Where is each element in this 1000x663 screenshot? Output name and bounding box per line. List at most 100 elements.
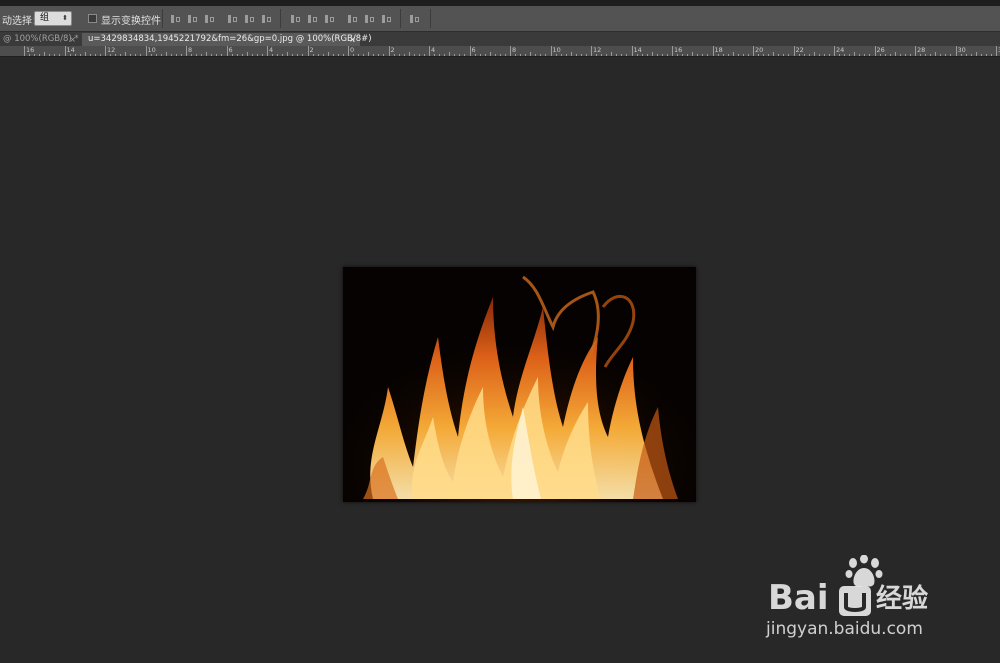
align-left-icon[interactable] (227, 14, 238, 24)
ruler-minor-tick (342, 54, 344, 56)
ruler-major-tick (712, 46, 714, 56)
baidu-du-icon (839, 586, 871, 616)
ruler-minor-tick (302, 54, 304, 56)
distribute-left-icon[interactable] (347, 14, 358, 24)
ruler-label: 8 (512, 46, 517, 54)
ruler-minor-tick (879, 54, 881, 56)
ruler-minor-tick (560, 54, 562, 56)
ruler-minor-tick (358, 54, 360, 56)
ruler-minor-tick (818, 54, 820, 56)
ruler-minor-tick (206, 52, 208, 56)
tab-label: @ 100%(RGB/8) * (3, 34, 79, 44)
distribute-vertical-center-icon[interactable] (307, 14, 318, 24)
show-transform-checkbox[interactable] (88, 14, 97, 23)
ruler-major-tick (145, 46, 147, 56)
watermark-url: jingyan.baidu.com (766, 619, 923, 639)
ruler-major-tick (348, 46, 349, 56)
ruler-minor-tick (165, 52, 167, 56)
ruler-minor-tick (373, 54, 375, 56)
ruler-major-tick (753, 46, 754, 56)
ruler-minor-tick (135, 54, 137, 56)
ruler-minor-tick (606, 54, 608, 56)
ruler-minor-tick (322, 54, 324, 56)
ruler-major-tick (915, 46, 916, 56)
ruler-minor-tick (363, 54, 365, 56)
ruler-minor-tick (849, 54, 851, 56)
ruler-minor-tick (368, 52, 370, 56)
align-bottom-icon[interactable] (204, 14, 215, 24)
distribute-top-icon[interactable] (290, 14, 301, 24)
ruler-minor-tick (413, 54, 415, 56)
baidu-jingyan-watermark: Bai 经验 jingyan.baidu.com (764, 555, 964, 645)
ruler-minor-tick (742, 54, 744, 56)
show-transform-label: 显示变换控件 (101, 16, 161, 27)
ruler-minor-tick (251, 54, 253, 56)
options-bar: 动选择： 组 ⬍ 显示变换控件 (0, 6, 1000, 32)
ruler-minor-tick (231, 54, 233, 56)
distribute-horizontal-center-icon[interactable] (364, 14, 375, 24)
align-right-icon[interactable] (261, 14, 272, 24)
document-tab-bar: @ 100%(RGB/8) * × u=3429834834,194522179… (0, 32, 1000, 46)
ruler-minor-tick (504, 54, 506, 56)
ruler-minor-tick (773, 52, 775, 56)
ruler-minor-tick (140, 54, 142, 56)
ruler-label: 12 (593, 46, 602, 54)
ruler-major-tick (996, 46, 997, 56)
ruler-minor-tick (150, 54, 152, 56)
auto-select-dropdown[interactable]: 组 ⬍ (34, 11, 72, 26)
ruler-minor-tick (94, 54, 96, 56)
ruler-label: 18 (714, 46, 723, 54)
ruler-minor-tick (859, 54, 861, 56)
ruler-major-tick (307, 46, 309, 56)
ruler-minor-tick (515, 54, 517, 56)
ruler-label: 6 (471, 46, 476, 54)
separator (280, 9, 281, 28)
ruler-label: 2 (309, 46, 314, 54)
ruler-minor-tick (899, 54, 901, 56)
ruler-label: 10 (147, 46, 156, 54)
ruler-minor-tick (707, 54, 709, 56)
ruler-major-tick (64, 46, 66, 56)
document-image-fire[interactable] (343, 267, 696, 502)
distribute-right-icon[interactable] (381, 14, 392, 24)
tab-document-2[interactable]: u=3429834834,1945221792&fm=26&gp=0.jpg @… (82, 33, 372, 46)
ruler-minor-tick (79, 54, 81, 56)
ruler-minor-tick (975, 52, 977, 56)
ruler-minor-tick (823, 54, 825, 56)
ruler-minor-tick (34, 54, 36, 56)
ruler-minor-tick (935, 52, 937, 56)
close-icon[interactable]: × (69, 33, 76, 46)
ruler-major-tick (24, 46, 25, 56)
ruler-minor-tick (611, 52, 613, 56)
ruler-minor-tick (839, 54, 841, 56)
ruler-minor-tick (216, 54, 218, 56)
ruler-minor-tick (656, 54, 658, 56)
watermark-brand: Bai (768, 578, 829, 618)
auto-align-layers-icon[interactable] (409, 14, 420, 24)
ruler-minor-tick (651, 52, 653, 56)
ruler-minor-tick (808, 54, 810, 56)
chevron-updown-icon: ⬍ (62, 14, 68, 22)
align-top-icon[interactable] (170, 14, 181, 24)
ruler-minor-tick (403, 54, 405, 56)
ruler-minor-tick (555, 54, 557, 56)
close-icon[interactable]: × (349, 33, 356, 46)
align-horizontal-center-icon[interactable] (244, 14, 255, 24)
ruler-minor-tick (904, 54, 906, 56)
horizontal-ruler[interactable]: 1614121086420246810121416182022242628303… (0, 46, 1000, 57)
tab-document-1[interactable]: @ 100%(RGB/8) * × (0, 33, 80, 46)
ruler-minor-tick (261, 54, 263, 56)
separator (162, 9, 163, 28)
ruler-label: 2 (390, 46, 395, 54)
ruler-label: 28 (917, 46, 926, 54)
ruler-major-tick (793, 46, 795, 56)
ruler-major-tick (631, 46, 633, 56)
ruler-minor-tick (287, 52, 289, 56)
ruler-minor-tick (545, 54, 547, 56)
align-vertical-center-icon[interactable] (187, 14, 198, 24)
separator (400, 9, 401, 28)
distribute-bottom-icon[interactable] (324, 14, 335, 24)
ruler-minor-tick (626, 54, 628, 56)
ruler-minor-tick (74, 54, 76, 56)
ruler-minor-tick (621, 54, 623, 56)
